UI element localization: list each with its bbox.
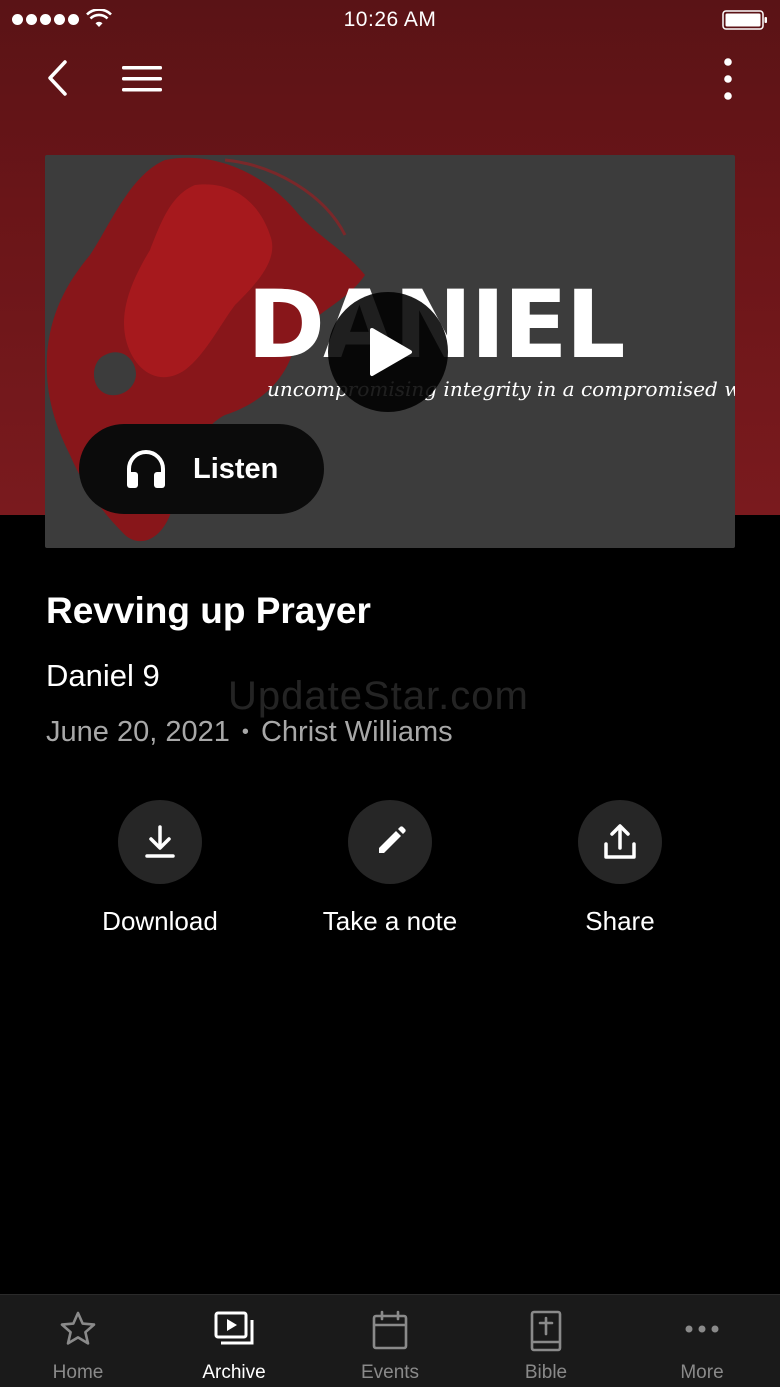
listen-button[interactable]: Listen bbox=[79, 424, 324, 514]
play-button[interactable] bbox=[328, 292, 448, 412]
calendar-icon bbox=[372, 1310, 408, 1350]
sermon-date: June 20, 2021 bbox=[46, 716, 230, 748]
pencil-icon bbox=[379, 826, 406, 853]
headphones-icon bbox=[127, 450, 165, 488]
tab-archive-label: Archive bbox=[202, 1362, 266, 1383]
bottom-tab-bar: Home Archive Events Bible More bbox=[0, 1294, 780, 1387]
share-icon bbox=[604, 824, 636, 859]
share-action[interactable]: Share bbox=[520, 800, 720, 937]
battery-icon bbox=[722, 10, 767, 30]
share-label: Share bbox=[585, 906, 655, 936]
play-icon bbox=[370, 328, 412, 376]
download-label: Download bbox=[102, 906, 218, 936]
watermark-text: UpdateStar.com bbox=[228, 674, 529, 718]
tab-events-label: Events bbox=[360, 1362, 420, 1383]
take-note-action[interactable]: Take a note bbox=[290, 800, 490, 937]
status-time: 10:26 AM bbox=[343, 8, 437, 31]
tab-more[interactable]: More bbox=[624, 1295, 780, 1387]
download-action[interactable]: Download bbox=[60, 800, 260, 937]
hamburger-menu-icon[interactable] bbox=[118, 62, 166, 96]
download-button[interactable] bbox=[118, 800, 202, 884]
back-chevron-icon[interactable] bbox=[40, 56, 76, 100]
tab-archive[interactable]: Archive bbox=[156, 1295, 312, 1387]
tab-more-label: More bbox=[680, 1362, 724, 1383]
tab-events[interactable]: Events bbox=[312, 1295, 468, 1387]
tab-bible-label: Bible bbox=[524, 1362, 568, 1383]
tab-home[interactable]: Home bbox=[0, 1295, 156, 1387]
sermon-passage: Daniel 9 bbox=[46, 658, 160, 693]
listen-label: Listen bbox=[193, 452, 279, 485]
take-note-button[interactable] bbox=[348, 800, 432, 884]
sermon-meta: June 20, 2021 • Christ Williams bbox=[46, 716, 453, 749]
star-icon bbox=[60, 1311, 96, 1345]
status-bar: 10:26 AM bbox=[0, 0, 780, 40]
sermon-title: Revving up Prayer bbox=[46, 590, 371, 631]
download-icon bbox=[145, 825, 175, 858]
sermon-speaker: Christ Williams bbox=[260, 716, 453, 748]
archive-icon bbox=[214, 1311, 254, 1345]
sermon-artwork: DANIEL uncompromising integrity in a com… bbox=[45, 155, 735, 548]
tab-home-label: Home bbox=[52, 1362, 104, 1383]
vertical-more-icon[interactable] bbox=[718, 56, 738, 102]
share-button[interactable] bbox=[578, 800, 662, 884]
take-note-label: Take a note bbox=[322, 906, 458, 936]
tab-bible[interactable]: Bible bbox=[468, 1295, 624, 1387]
bible-icon bbox=[530, 1310, 562, 1352]
meta-separator: • bbox=[241, 721, 249, 743]
more-dots-icon bbox=[685, 1325, 719, 1333]
